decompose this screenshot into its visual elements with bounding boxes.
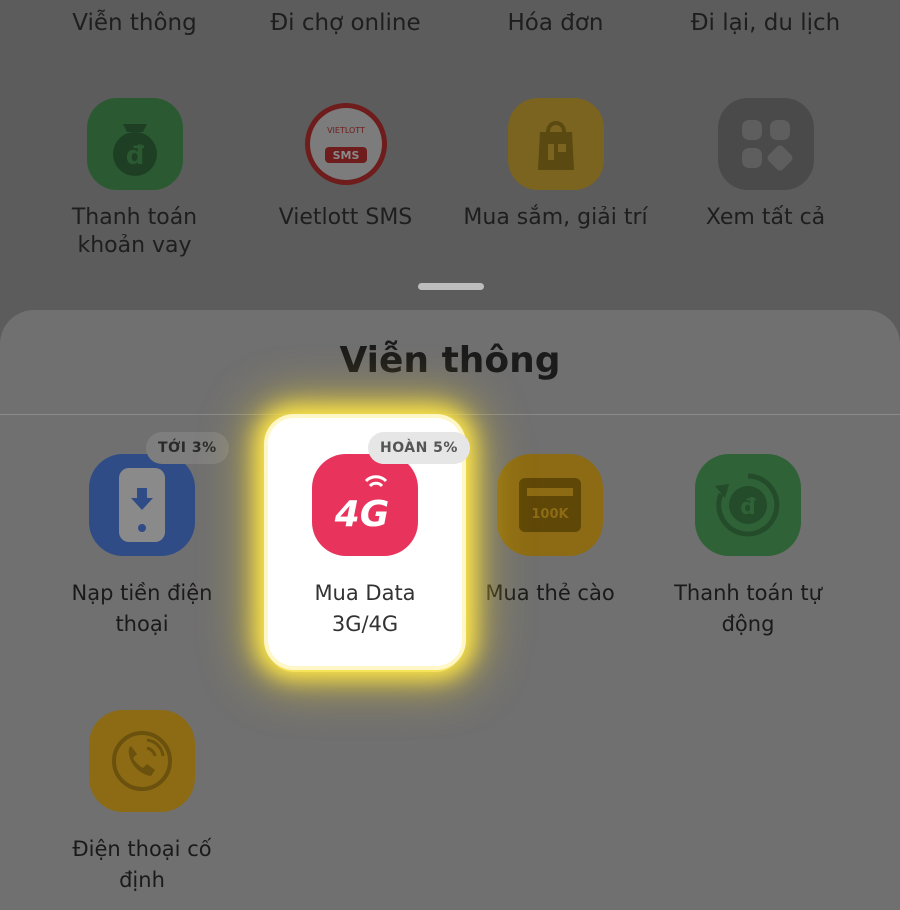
service-label: Mua sắm, giải trí [463, 205, 648, 230]
service-view-all[interactable]: Xem tất cả [653, 98, 878, 268]
landline-phone-icon [89, 710, 195, 812]
category-tab-hoa-don[interactable]: Hóa đơn [443, 10, 668, 36]
cashback-badge: HOÀN 5% [368, 432, 470, 464]
svg-text:4G: 4G [334, 494, 390, 535]
service-phone-topup[interactable]: TỚI 3% Nạp tiền điện thoại [42, 432, 242, 640]
service-buy-data-highlighted[interactable]: 4G HOÀN 5% Mua Data 3G/4G [268, 418, 470, 666]
vietlott-sms-icon: VIETLOTT SMS [304, 103, 387, 185]
4g-data-icon: 4G [312, 454, 418, 556]
background-page: Viễn thông Đi chợ online Hóa đơn Đi lại,… [0, 0, 900, 330]
service-label: Nạp tiền điện [71, 581, 213, 605]
service-label: Mua Data [314, 581, 416, 605]
service-label: Xem tất cả [705, 205, 826, 230]
svg-text:VIETLOTT: VIETLOTT [327, 126, 365, 135]
grid-icon [717, 98, 814, 190]
auto-payment-icon: đ [695, 454, 801, 556]
service-vietlott-sms[interactable]: VIETLOTT SMS Vietlott SMS [233, 98, 458, 268]
phone-topup-icon [89, 454, 195, 556]
svg-text:100K: 100K [531, 507, 569, 522]
scratch-card-icon: 100K [497, 454, 603, 556]
shopping-bag-icon [507, 98, 604, 190]
category-tab-di-lai-du-lich[interactable]: Đi lại, du lịch [653, 10, 878, 36]
sheet-title: Viễn thông [339, 340, 561, 381]
svg-text:SMS: SMS [332, 149, 359, 162]
service-label: định [119, 868, 165, 892]
sheet-divider [0, 414, 900, 415]
service-label: thoại [115, 612, 169, 636]
service-label: Thanh toán [71, 205, 198, 230]
service-label: Thanh toán tự [674, 581, 822, 605]
service-label: Vietlott SMS [278, 205, 413, 230]
service-loan-payment[interactable]: đ Thanh toán khoản vay [22, 98, 247, 268]
category-tab-di-cho-online[interactable]: Đi chợ online [233, 10, 458, 36]
category-tab-vien-thong[interactable]: Viễn thông [22, 10, 247, 36]
service-shopping[interactable]: Mua sắm, giải trí [443, 98, 668, 268]
service-label: khoản vay [77, 233, 192, 258]
service-label: Điện thoại cố [72, 837, 212, 861]
svg-text:đ: đ [740, 495, 756, 520]
service-auto-payment[interactable]: đ Thanh toán tự động [648, 454, 848, 640]
sheet-drag-handle[interactable] [418, 283, 484, 290]
service-landline[interactable]: Điện thoại cố định [42, 710, 242, 896]
loan-payment-icon: đ [86, 98, 183, 190]
svg-text:đ: đ [125, 141, 144, 171]
service-label: Mua thẻ cào [485, 581, 615, 605]
category-tabs: Viễn thông Đi chợ online Hóa đơn Đi lại,… [0, 10, 900, 50]
service-label: 3G/4G [331, 612, 399, 636]
service-scratch-card[interactable]: 100K Mua thẻ cào [450, 454, 650, 609]
service-label: động [721, 612, 775, 636]
cashback-badge: TỚI 3% [146, 432, 229, 464]
